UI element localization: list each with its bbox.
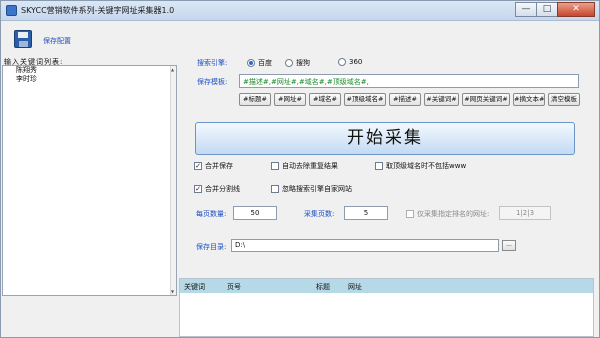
checkbox-box <box>406 210 414 218</box>
per-page-label: 每页数量: <box>196 210 227 218</box>
template-label: 保存模板: <box>197 78 228 86</box>
tag-url-button[interactable]: #网址# <box>274 93 306 106</box>
pages-input[interactable]: 5 <box>344 206 388 220</box>
radio-dot <box>338 58 346 66</box>
save-dir-input[interactable]: D:\ <box>231 239 499 252</box>
column-header-url[interactable]: 网址 <box>348 282 362 292</box>
tag-title-button[interactable]: #标题# <box>239 93 271 106</box>
checkbox-label: 自动去除重复结果 <box>282 162 338 170</box>
merge-split-checkbox[interactable]: ✓ 合并分割线 <box>194 184 240 194</box>
tag-description-button[interactable]: #描述# <box>389 93 421 106</box>
toolbar: 保存配置 <box>2 22 599 55</box>
keyword-list-textarea[interactable]: 陈翔秀 李时珍 <box>2 65 177 296</box>
checkbox-box <box>375 162 383 170</box>
window-controls: — □ ✕ <box>515 2 595 18</box>
column-header-keyword[interactable]: 关键词 <box>184 282 205 292</box>
engine-radio-sogou[interactable]: 搜狗 <box>285 58 310 68</box>
maximize-button[interactable]: □ <box>536 2 558 17</box>
app-window: SKYCC营销软件系列-关键字网址采集器1.0 — □ ✕ 保存配置 输入关键词… <box>0 0 600 338</box>
checkbox-label: 忽略搜索引擎自家网站 <box>282 185 352 193</box>
floppy-disk-icon[interactable] <box>14 30 32 48</box>
column-header-title[interactable]: 标题 <box>316 282 330 292</box>
engine-option-label: 百度 <box>258 59 272 67</box>
tag-text-button[interactable]: #摘文本# <box>513 93 545 106</box>
checkbox-box <box>271 185 279 193</box>
rank-filter-input[interactable]: 1|2|3 <box>499 206 551 220</box>
keyword-list-scrollbar[interactable] <box>170 66 176 295</box>
title-bar: SKYCC营销软件系列-关键字网址采集器1.0 — □ ✕ <box>1 1 599 21</box>
engine-option-label: 搜狗 <box>296 59 310 67</box>
checkbox-box <box>271 162 279 170</box>
pages-label: 采集页数: <box>304 210 335 218</box>
clear-template-button[interactable]: 清空模板 <box>548 93 580 106</box>
results-header: 关键词 页号 标题 网址 <box>180 279 593 293</box>
radio-dot <box>285 59 293 67</box>
tag-keyword-button[interactable]: #关键词# <box>424 93 459 106</box>
start-collect-button[interactable]: 开始采集 <box>195 122 575 155</box>
engine-radio-360[interactable]: 360 <box>338 58 362 66</box>
per-page-input[interactable]: 50 <box>233 206 277 220</box>
checkbox-box: ✓ <box>194 162 202 170</box>
close-button[interactable]: ✕ <box>557 2 595 17</box>
column-header-page[interactable]: 页号 <box>227 282 241 292</box>
results-table[interactable]: 关键词 页号 标题 网址 <box>179 278 594 337</box>
minimize-button[interactable]: — <box>515 2 537 17</box>
browse-button[interactable]: ... <box>502 240 516 251</box>
engine-label: 搜索引擎: <box>197 59 228 67</box>
template-input[interactable]: #描述#,#网址#,#域名#,#顶级域名#, <box>239 74 579 88</box>
no-www-checkbox[interactable]: 取顶级域名时不包括www <box>375 161 466 171</box>
checkbox-label: 合并保存 <box>205 162 233 170</box>
tag-domain-button[interactable]: #域名# <box>309 93 341 106</box>
auto-dedup-checkbox[interactable]: 自动去除重复结果 <box>271 161 338 171</box>
keyword-line: 陈翔秀 <box>16 66 37 74</box>
save-dir-label: 保存目录: <box>196 243 227 251</box>
radio-dot <box>247 59 255 67</box>
window-title: SKYCC营销软件系列-关键字网址采集器1.0 <box>21 6 175 15</box>
checkbox-label: 仅采集指定排名的网址: <box>417 210 490 218</box>
ignore-own-checkbox[interactable]: 忽略搜索引擎自家网站 <box>271 184 352 194</box>
app-icon <box>6 5 17 16</box>
engine-option-label: 360 <box>349 58 363 66</box>
checkbox-label: 合并分割线 <box>205 185 240 193</box>
save-config-button[interactable]: 保存配置 <box>43 36 71 46</box>
checkbox-box: ✓ <box>194 185 202 193</box>
checkbox-label: 取顶级域名时不包括www <box>386 162 467 170</box>
engine-radio-baidu[interactable]: 百度 <box>247 58 272 68</box>
keyword-line: 李时珍 <box>16 75 37 83</box>
tag-top-domain-button[interactable]: #顶级域名# <box>344 93 386 106</box>
merge-save-checkbox[interactable]: ✓ 合并保存 <box>194 161 233 171</box>
tag-page-keyword-button[interactable]: #网页关键词# <box>462 93 510 106</box>
rank-filter-checkbox[interactable]: 仅采集指定排名的网址: <box>406 209 489 219</box>
